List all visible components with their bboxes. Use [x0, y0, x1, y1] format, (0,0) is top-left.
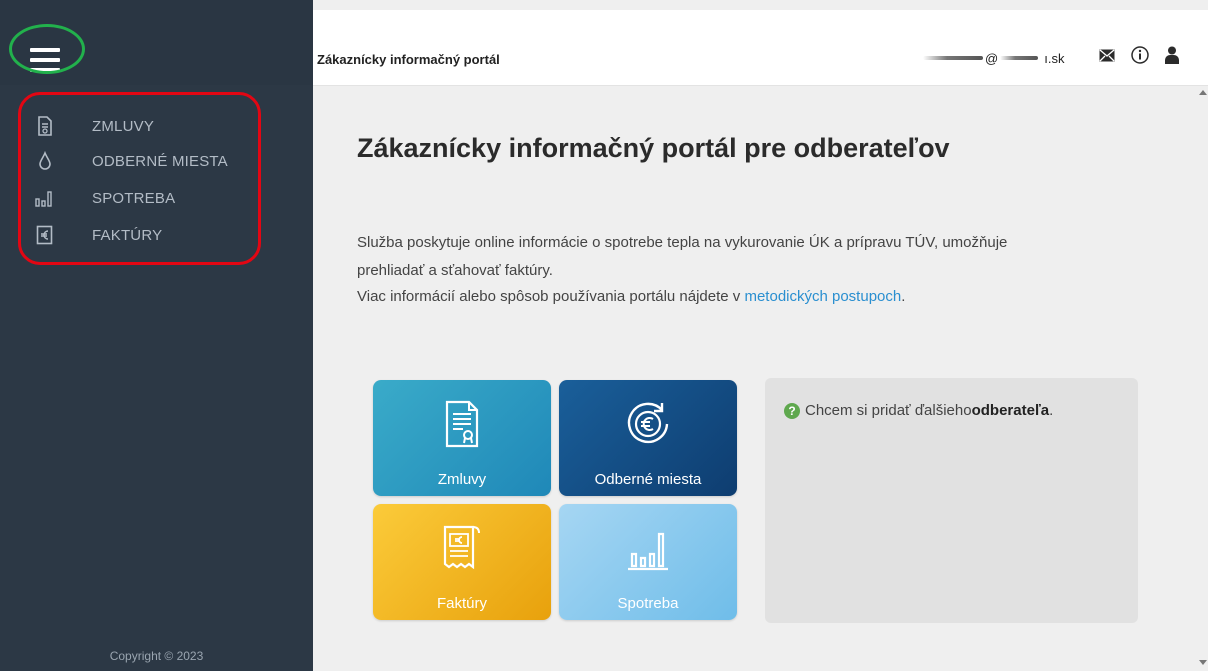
user-email[interactable]: @ ı .sk — [923, 49, 1064, 67]
redacted-text — [923, 56, 983, 60]
user-icon[interactable] — [1165, 46, 1179, 64]
contract-icon — [373, 400, 551, 448]
bar-chart-icon — [559, 524, 737, 572]
header-icons — [1099, 46, 1195, 64]
question-icon: ? — [784, 402, 800, 419]
mail-icon[interactable] — [1099, 49, 1115, 62]
sidebar: ZMLUVY ODBERNÉ MIESTA SPOTREBA FAKTÚRY C… — [0, 0, 313, 671]
invoice-icon — [373, 524, 551, 572]
tile-zmluvy[interactable]: Zmluvy — [373, 380, 551, 496]
tile-faktury[interactable]: Faktúry — [373, 504, 551, 620]
methodology-link[interactable]: metodických postupoch — [744, 288, 901, 305]
info-icon[interactable] — [1131, 46, 1149, 64]
tile-spotreba[interactable]: Spotreba — [559, 504, 737, 620]
navigation-highlight — [18, 92, 261, 265]
add-customer-panel: ? Chcem si pridať ďalšieho odberateľa . — [765, 378, 1138, 623]
scroll-down-arrow-icon[interactable] — [1199, 660, 1207, 665]
tile-label: Spotreba — [617, 595, 679, 612]
tile-label: Zmluvy — [437, 471, 487, 488]
tile-odberne-miesta[interactable]: Odberné miesta — [559, 380, 737, 496]
header-bar: Zákaznícky informačný portál @ ı .sk — [313, 10, 1208, 86]
page-title: Zákaznícky informačný portál pre odberat… — [357, 133, 950, 163]
header-title: Zákaznícky informačný portál — [317, 52, 500, 67]
description-line: prehliadať a sťahovať faktúry. — [357, 262, 553, 279]
tile-label: Faktúry — [436, 595, 487, 612]
copyright-text: Copyright © 2023 — [109, 649, 204, 663]
add-customer-link[interactable]: ? Chcem si pridať ďalšieho odberateľa . — [784, 402, 1053, 419]
euro-refresh-icon — [559, 400, 737, 448]
tile-label: Odberné miesta — [594, 471, 702, 488]
methodology-text: Viac informácií alebo spôsob používania … — [357, 288, 906, 305]
menu-toggle-highlight — [9, 24, 85, 74]
description-line: Služba poskytuje online informácie o spo… — [357, 234, 1008, 251]
redacted-text — [1000, 56, 1039, 60]
scroll-up-arrow-icon[interactable] — [1199, 90, 1207, 95]
